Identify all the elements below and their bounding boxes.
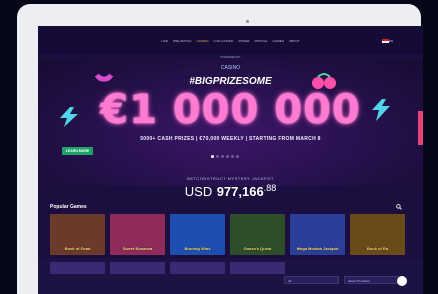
game-title: Mega Moolah Jackpot: [296, 246, 339, 251]
nav-item-casino[interactable]: CASINO: [197, 39, 209, 43]
game-tile[interactable]: [50, 262, 105, 274]
game-tile[interactable]: Book of Dead: [50, 214, 105, 255]
screen: LIVE PRE-MATCH CASINO LIVE CASINO POKER …: [38, 26, 423, 294]
game-tile[interactable]: [110, 262, 165, 274]
game-title: Sweet Bonanza: [122, 246, 153, 251]
search-icon[interactable]: [396, 204, 402, 210]
carousel-dot[interactable]: [221, 155, 224, 158]
casino-logo: CASINO: [220, 65, 241, 71]
carousel-dot[interactable]: [231, 155, 234, 158]
provider-select[interactable]: Select Providers: [344, 276, 399, 284]
chat-icon[interactable]: [397, 276, 407, 286]
jackpot-label: BETCONSTRUCT MYSTERY JACKPOT: [187, 176, 274, 181]
jackpot-value: USD 977,166.88: [38, 183, 423, 201]
jackpot-decimals: .88: [263, 183, 277, 193]
nav-item-poker[interactable]: POKER: [238, 39, 249, 43]
nav-item-virtual[interactable]: VIRTUAL: [254, 39, 267, 43]
game-tile[interactable]: Gonzo's Quest: [230, 214, 285, 255]
game-tile[interactable]: [170, 262, 225, 274]
game-tile[interactable]: [230, 262, 285, 274]
popular-games-title: Popular Games: [50, 204, 87, 210]
side-tab[interactable]: [418, 111, 423, 145]
promo-subtitle: 5000+ CASH PRIZES | €70,000 WEEKLY | STA…: [140, 136, 321, 142]
game-title: Book of Ra: [366, 246, 389, 251]
game-tile[interactable]: Sweet Bonanza: [110, 214, 165, 255]
hero-banner[interactable]: CASINO #BIGPRIZESOME €1 000 000 5000+ CA…: [38, 59, 423, 186]
carousel-dot[interactable]: [236, 155, 239, 158]
jackpot-currency: USD: [184, 184, 213, 199]
camera-icon: [246, 20, 249, 23]
jackpot-amount: 977,166: [216, 184, 264, 199]
learn-more-button[interactable]: LEARN MORE: [62, 147, 93, 155]
lightning-icon: [60, 107, 78, 127]
main-menu: LIVE PRE-MATCH CASINO LIVE CASINO POKER …: [38, 39, 423, 43]
nav-item-about[interactable]: ABOUT: [289, 39, 300, 43]
game-title: Gonzo's Quest: [243, 246, 272, 251]
nav-item-games[interactable]: GAMES: [273, 39, 284, 43]
nav-item-live[interactable]: LIVE: [161, 39, 168, 43]
nav-item-live-casino[interactable]: LIVE CASINO: [214, 39, 234, 43]
nav-item-prematch[interactable]: PRE-MATCH: [173, 39, 192, 43]
category-select[interactable]: All: [284, 276, 339, 284]
game-tile[interactable]: Book of Ra: [350, 214, 405, 255]
carousel-dots: [210, 145, 240, 158]
game-title: Book of Dead: [64, 246, 91, 251]
language-selector[interactable]: EN: [389, 39, 393, 43]
carousel-dot[interactable]: [226, 155, 229, 158]
prize-amount: €1 000 000: [100, 87, 361, 133]
lightning-icon-right: [372, 99, 390, 121]
game-tile[interactable]: Mega Moolah Jackpot: [290, 214, 345, 255]
hashtag-title: #BIGPRIZESOME: [189, 76, 272, 87]
game-tile[interactable]: Burning Wins: [170, 214, 225, 255]
popular-games-list: Book of Dead Sweet Bonanza Burning Wins …: [50, 214, 405, 255]
carousel-dot[interactable]: [216, 155, 219, 158]
carousel-dot[interactable]: [211, 155, 214, 158]
game-title: Burning Wins: [184, 246, 211, 251]
top-navigation: LIVE PRE-MATCH CASINO LIVE CASINO POKER …: [38, 26, 423, 54]
games-row-2: [50, 262, 400, 274]
